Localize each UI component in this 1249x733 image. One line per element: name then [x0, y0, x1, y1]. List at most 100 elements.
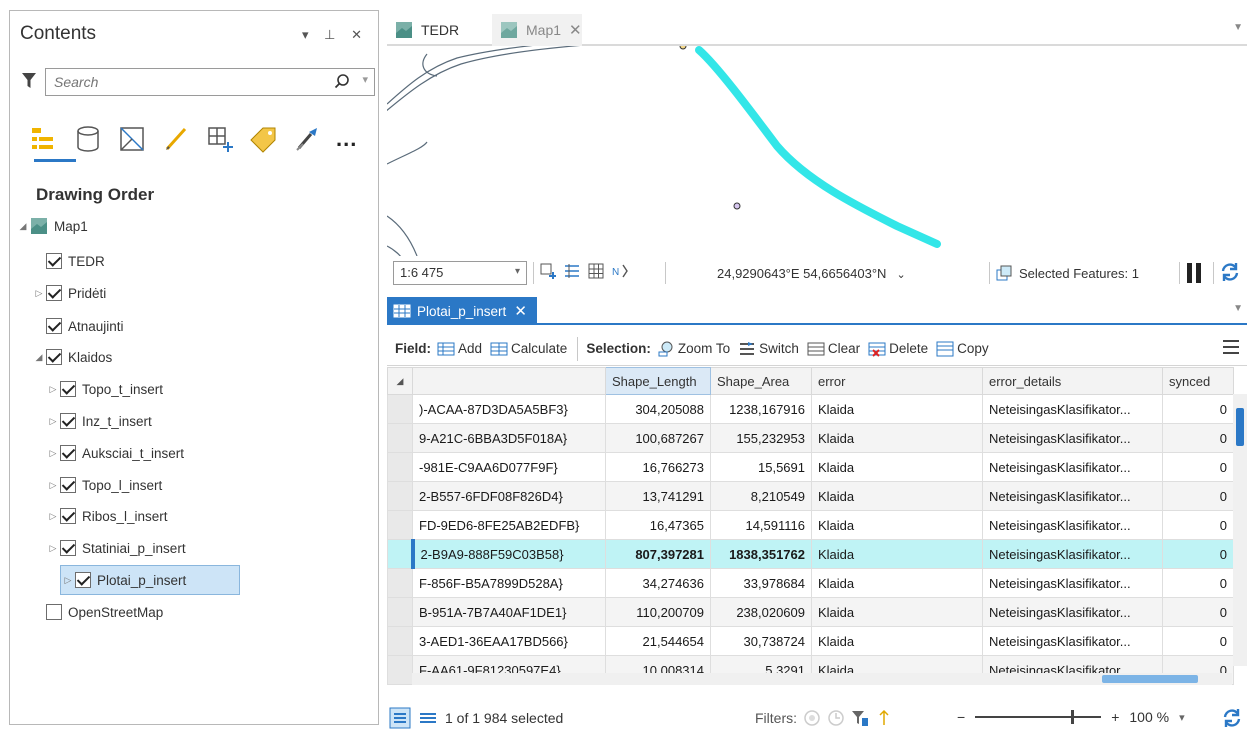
error-details-cell[interactable]: NeteisingasKlasifikator... [982, 394, 1163, 424]
error-details-cell[interactable]: NeteisingasKlasifikator... [982, 539, 1163, 569]
chevron-down-icon[interactable]: ▼ [1233, 303, 1243, 314]
globalid-cell[interactable]: -981E-C9AA6D077F9F} [412, 452, 606, 482]
layer-row[interactable]: ▷ Topo_t_insert [10, 374, 163, 404]
layer-visibility-checkbox[interactable] [46, 349, 62, 365]
layer-visibility-checkbox[interactable] [46, 285, 62, 301]
scrollbar-thumb[interactable] [1102, 675, 1198, 683]
add-field-button[interactable]: Add [437, 340, 482, 358]
expand-toggle-icon[interactable]: ▷ [32, 288, 46, 299]
table-row[interactable]: B-951A-7B7A40AF1DE1} 110,200709 238,020609… [387, 597, 1234, 627]
globalid-cell[interactable]: F-856F-B5A7899D528A} [412, 568, 606, 598]
grid-icon[interactable] [563, 262, 581, 280]
globalid-cell[interactable]: 3-AED1-36EAA17BD566} [412, 626, 606, 656]
refresh-icon[interactable] [1219, 261, 1241, 283]
shape-area-cell[interactable]: 1838,351762 [710, 539, 812, 569]
table-row[interactable]: 3-AED1-36EAA17BD566} 21,544654 30,738724 Kl… [387, 626, 1234, 656]
symbology-icon[interactable] [292, 123, 324, 155]
shape-area-cell[interactable]: 155,232953 [710, 423, 812, 453]
layer-visibility-checkbox[interactable] [46, 318, 62, 334]
layer-visibility-checkbox[interactable] [60, 413, 76, 429]
column-header-shape-area[interactable]: Shape_Area [710, 367, 812, 395]
show-selected-records-icon[interactable] [417, 707, 439, 729]
close-icon[interactable]: ✕ [569, 21, 582, 39]
time-filter-icon[interactable] [827, 709, 845, 727]
globalid-cell[interactable]: 2-B9A9-888F59C03B58} [410, 539, 606, 569]
row-header[interactable] [387, 510, 413, 540]
column-header-shape-length[interactable]: Shape_Length [605, 367, 711, 395]
expand-toggle-icon[interactable]: ▷ [61, 575, 75, 586]
shape-area-cell[interactable]: 1238,167916 [710, 394, 812, 424]
vertical-scrollbar[interactable] [1233, 394, 1247, 666]
delete-selection-button[interactable]: Delete [868, 340, 928, 358]
layer-row[interactable]: TEDR [10, 246, 105, 276]
select-all-corner[interactable]: ◢ [387, 367, 413, 395]
more-tools-button[interactable]: ... [336, 126, 357, 152]
synced-cell[interactable]: 0 [1162, 452, 1234, 482]
layer-visibility-checkbox[interactable] [60, 477, 76, 493]
data-source-icon[interactable] [72, 123, 104, 155]
error-details-cell[interactable]: NeteisingasKlasifikator... [982, 626, 1163, 656]
hamburger-menu-icon[interactable] [1223, 340, 1239, 354]
column-header-globalid[interactable] [412, 367, 606, 395]
snapping-icon[interactable] [204, 123, 236, 155]
shape-length-cell[interactable]: 34,274636 [605, 568, 711, 598]
search-options-icon[interactable]: ▾ [362, 73, 368, 86]
row-header[interactable] [387, 423, 413, 453]
zoom-to-button[interactable]: Zoom To [657, 340, 730, 358]
layer-row[interactable]: ▷ Auksciai_t_insert [10, 438, 184, 468]
horizontal-scrollbar[interactable] [412, 673, 1232, 685]
shape-area-cell[interactable]: 15,5691 [710, 452, 812, 482]
layer-visibility-checkbox[interactable] [60, 508, 76, 524]
expand-toggle-icon[interactable]: ▷ [46, 511, 60, 522]
row-header[interactable] [387, 655, 413, 685]
zoom-out-button[interactable]: − [957, 709, 965, 725]
shape-length-cell[interactable]: 16,47365 [605, 510, 711, 540]
chevron-down-icon[interactable]: ▼ [1233, 22, 1243, 33]
tab-map1[interactable]: Map1 ✕ [492, 14, 582, 46]
coordinate-readout[interactable]: 24,9290643°E 54,6656403°N ⌄ [717, 266, 906, 281]
row-header[interactable] [387, 394, 413, 424]
close-icon[interactable]: ✕ [514, 302, 527, 320]
error-details-cell[interactable]: NeteisingasKlasifikator... [982, 481, 1163, 511]
globalid-cell[interactable]: 2-B557-6FDF08F826D4} [412, 481, 606, 511]
error-details-cell[interactable]: NeteisingasKlasifikator... [982, 452, 1163, 482]
synced-cell[interactable]: 0 [1162, 568, 1234, 598]
error-cell[interactable]: Klaida [811, 452, 983, 482]
synced-cell[interactable]: 0 [1162, 626, 1234, 656]
layer-row[interactable]: ▷ Pridėti [10, 278, 106, 308]
error-details-cell[interactable]: NeteisingasKlasifikator... [982, 597, 1163, 627]
error-details-cell[interactable]: NeteisingasKlasifikator... [982, 423, 1163, 453]
chevron-down-icon[interactable]: ▾ [1179, 711, 1185, 724]
shape-area-cell[interactable]: 8,210549 [710, 481, 812, 511]
table-row[interactable]: FD-9ED6-8FE25AB2EDFB} 16,47365 14,591116 Kl… [387, 510, 1234, 540]
column-header-synced[interactable]: synced [1162, 367, 1234, 395]
layer-row[interactable]: OpenStreetMap [10, 597, 163, 627]
layer-row[interactable]: ▷ Plotai_p_insert [60, 565, 240, 595]
expand-toggle-icon[interactable]: ▷ [46, 416, 60, 427]
layer-row[interactable]: ▷ Topo_l_insert [10, 470, 162, 500]
filter-icon[interactable] [22, 73, 36, 89]
synced-cell[interactable]: 0 [1162, 539, 1234, 569]
shape-length-cell[interactable]: 16,766273 [605, 452, 711, 482]
column-header-error-details[interactable]: error_details [982, 367, 1163, 395]
error-cell[interactable]: Klaida [811, 539, 983, 569]
globalid-cell[interactable]: )-ACAA-87D3DA5A5BF3} [412, 394, 606, 424]
north-arrow-icon[interactable]: N [611, 262, 629, 280]
shape-area-cell[interactable]: 30,738724 [710, 626, 812, 656]
shape-length-cell[interactable]: 304,205088 [605, 394, 711, 424]
expand-toggle-icon[interactable]: ▷ [46, 543, 60, 554]
scale-selector[interactable]: 1:6 475 ▾ [393, 261, 527, 285]
selected-features-indicator[interactable]: Selected Features: 1 [995, 264, 1139, 282]
layer-row[interactable]: ◢ Map1 [10, 211, 88, 241]
shape-length-cell[interactable]: 110,200709 [605, 597, 711, 627]
extent-filter-icon[interactable] [803, 709, 821, 727]
row-header[interactable] [387, 568, 413, 598]
layer-row[interactable]: ◢ Klaidos [10, 342, 112, 372]
synced-cell[interactable]: 0 [1162, 597, 1234, 627]
drawing-order-icon[interactable] [28, 123, 60, 155]
layer-visibility-checkbox[interactable] [60, 540, 76, 556]
error-details-cell[interactable]: NeteisingasKlasifikator... [982, 568, 1163, 598]
row-header[interactable] [387, 597, 413, 627]
calculate-field-button[interactable]: Calculate [490, 340, 567, 358]
globalid-cell[interactable]: 9-A21C-6BBA3D5F018A} [412, 423, 606, 453]
